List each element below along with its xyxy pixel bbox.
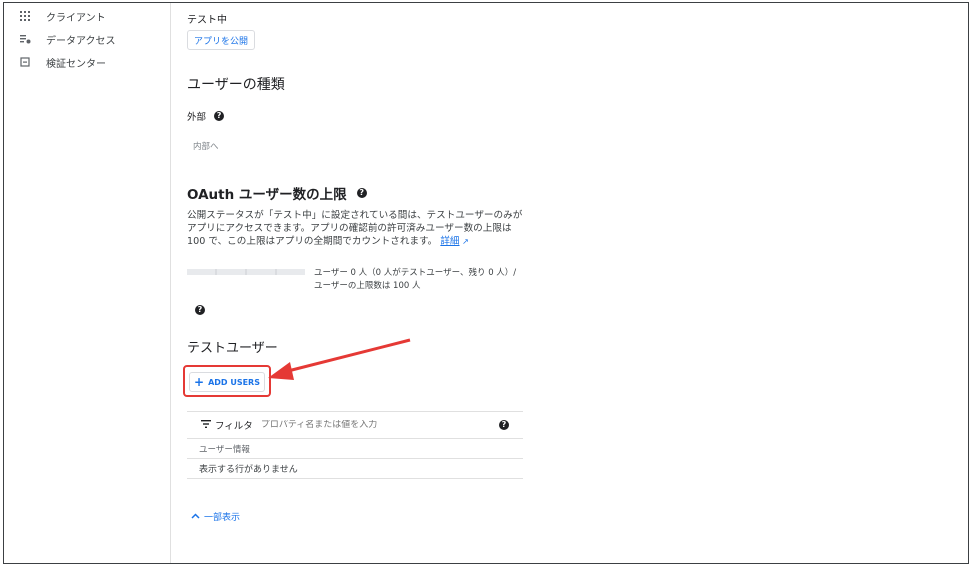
oauth-limit-heading: OAuth ユーザー数の上限 [187, 187, 347, 203]
sidebar-item-label: 検証センター [46, 58, 106, 70]
help-icon[interactable]: ? [356, 188, 367, 198]
make-internal-button[interactable]: 内部へ [193, 140, 219, 152]
oauth-limit-heading-row: OAuth ユーザー数の上限 ? [187, 183, 367, 203]
filter-input[interactable] [260, 420, 481, 430]
publish-app-button[interactable]: アプリを公開 [187, 30, 256, 50]
sidebar-item-clients[interactable]: クライアント [4, 6, 171, 26]
sidebar-item-data-access[interactable]: データアクセス [4, 29, 171, 49]
empty-table-message: 表示する行がありません [187, 459, 523, 479]
test-users-heading: テストユーザー [187, 341, 278, 356]
filter-label: フィルタ [215, 421, 253, 432]
sidebar: クライアント データアクセス 検証センター [4, 3, 171, 563]
help-icon[interactable]: ? [195, 305, 205, 315]
help-icon[interactable]: ? [214, 111, 225, 121]
plus-icon: + [194, 375, 205, 389]
sidebar-item-label: クライアント [46, 12, 106, 24]
chevron-up-icon [191, 512, 200, 522]
sidebar-item-label: データアクセス [46, 35, 116, 47]
publishing-status: テスト中 [187, 15, 227, 26]
app-frame: クライアント データアクセス 検証センター テスト中 アプリを公開 ユーザーの種… [3, 2, 969, 564]
add-users-label: ADD USERS [208, 377, 260, 387]
help-icon[interactable]: ? [499, 420, 509, 430]
usage-help: ? [195, 297, 205, 316]
column-header-user-info[interactable]: ユーザー情報 [187, 439, 523, 459]
show-less-button[interactable]: 一部表示 [191, 510, 240, 523]
data-access-icon [20, 34, 31, 44]
add-users-highlight: + ADD USERS [183, 365, 271, 397]
oauth-limit-description: 公開ステータスが「テスト中」に設定されている間は、テストユーザーのみがアプリにア… [187, 210, 523, 247]
main-content: テスト中 アプリを公開 ユーザーの種類 外部 ? 内部へ OAuth ユーザー数… [183, 3, 527, 563]
sidebar-item-verification-center[interactable]: 検証センター [4, 52, 171, 72]
user-type-heading: ユーザーの種類 [187, 77, 285, 93]
learn-more-link[interactable]: 詳細 [440, 236, 459, 247]
filter-icon [201, 419, 211, 431]
user-limit-progress-bar [187, 269, 305, 275]
verification-icon [20, 57, 30, 67]
show-less-label: 一部表示 [204, 513, 241, 523]
user-type-value: 外部 [187, 112, 207, 123]
grid-icon [20, 11, 30, 21]
filter-bar: フィルタ ? [187, 411, 523, 439]
external-link-icon: ↗ [459, 237, 469, 246]
add-users-button[interactable]: + ADD USERS [189, 372, 265, 392]
user-usage-text: ユーザー 0 人（0 人がテストユーザー、残り 0 人）/ ユーザーの上限数は … [314, 268, 517, 291]
user-type-row: 外部 ? [187, 109, 225, 123]
